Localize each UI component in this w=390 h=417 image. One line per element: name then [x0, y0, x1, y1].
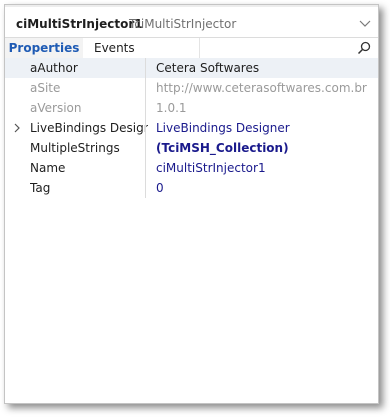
tab-properties[interactable]: Properties: [5, 38, 83, 58]
property-row-multiplestrings[interactable]: MultipleStrings (TciMSH_Collection): [5, 138, 378, 158]
column-divider: [145, 178, 146, 198]
property-value[interactable]: LiveBindings Designer: [156, 118, 372, 138]
search-input[interactable]: [199, 38, 378, 58]
property-row-name[interactable]: Name ciMultiStrInjector1: [5, 158, 378, 178]
property-grid: aAuthor Cetera Softwares aSite http://ww…: [5, 58, 378, 198]
property-name: aAuthor: [30, 61, 78, 75]
property-row-livebindings-designer[interactable]: LiveBindings Designer LiveBindings Desig…: [5, 118, 378, 138]
tab-events[interactable]: Events: [94, 38, 135, 58]
property-name: Tag: [30, 181, 51, 195]
property-name: aSite: [30, 81, 61, 95]
inspector-tabs: Properties Events: [5, 38, 378, 58]
object-selector[interactable]: ciMultiStrInjector1 TciMultiStrInjector: [5, 8, 378, 38]
property-value[interactable]: http://www.ceterasoftwares.com.br: [156, 78, 372, 98]
property-value[interactable]: 0: [156, 178, 372, 198]
property-value[interactable]: 1.0.1: [156, 98, 372, 118]
object-class: TciMultiStrInjector: [129, 17, 237, 31]
column-divider: [145, 78, 146, 98]
object-inspector-panel: ciMultiStrInjector1 TciMultiStrInjector …: [4, 4, 379, 404]
search-icon[interactable]: [357, 41, 371, 55]
chevron-down-icon[interactable]: [358, 18, 372, 28]
property-row-asite[interactable]: aSite http://www.ceterasoftwares.com.br: [5, 78, 378, 98]
column-divider: [145, 138, 146, 158]
property-row-aversion[interactable]: aVersion 1.0.1: [5, 98, 378, 118]
property-name: Name: [30, 161, 66, 175]
object-name: ciMultiStrInjector1: [16, 17, 143, 31]
top-strip: [5, 5, 378, 7]
property-name: LiveBindings Designer: [30, 121, 148, 135]
property-name: MultipleStrings: [30, 141, 120, 155]
column-divider: [145, 98, 146, 118]
property-value[interactable]: (TciMSH_Collection): [156, 138, 372, 158]
column-divider: [145, 118, 146, 138]
chevron-right-icon[interactable]: [13, 123, 21, 133]
property-value[interactable]: ciMultiStrInjector1: [156, 158, 372, 178]
property-value[interactable]: Cetera Softwares: [156, 58, 372, 78]
property-name: aVersion: [30, 101, 82, 115]
column-divider: [145, 58, 146, 78]
property-row-aauthor[interactable]: aAuthor Cetera Softwares: [5, 58, 378, 78]
column-divider: [145, 158, 146, 178]
property-row-tag[interactable]: Tag 0: [5, 178, 378, 198]
